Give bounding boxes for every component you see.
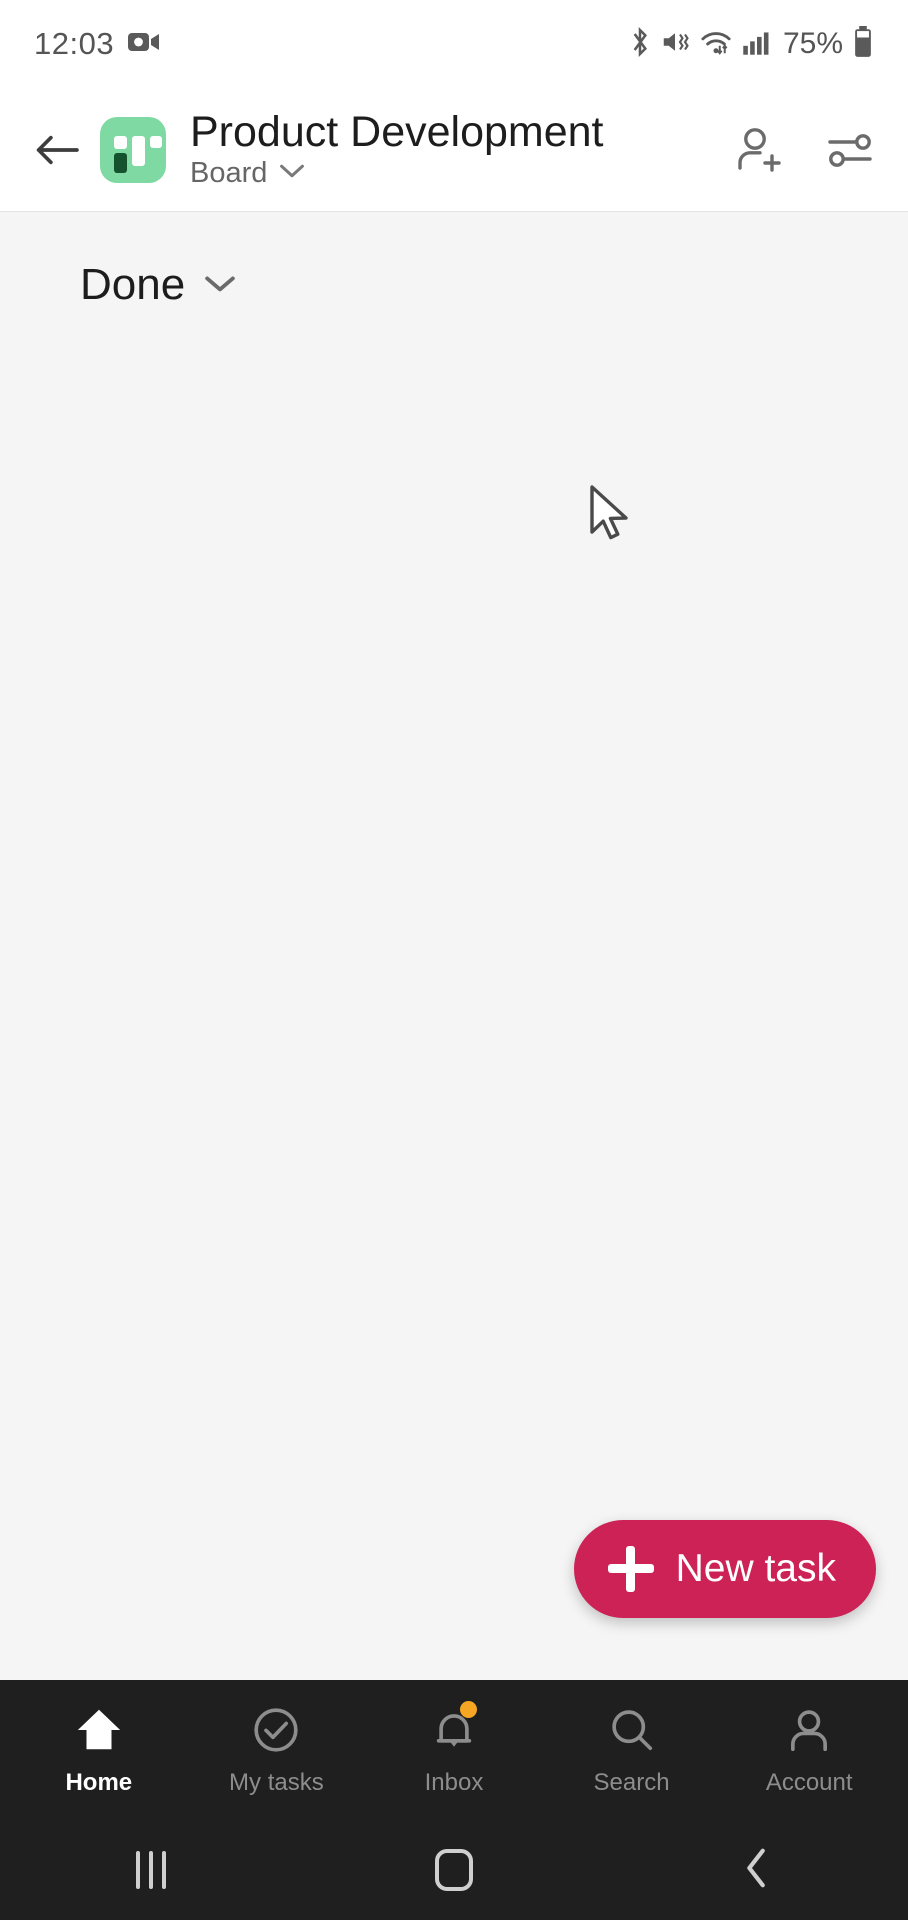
status-bar: 12:03 75% [0,0,908,88]
inbox-badge [459,1701,477,1718]
board-content: Done New task [0,212,908,1680]
system-navigation-bar [0,1820,908,1920]
battery-percent-label: 75% [782,27,843,60]
tab-my-tasks[interactable]: My tasks [201,1703,351,1797]
back-button[interactable] [26,119,88,181]
mouse-cursor [588,484,634,547]
cellular-signal-icon [742,28,770,61]
section-header-done[interactable]: Done [0,212,908,310]
new-task-label: New task [675,1547,836,1590]
mute-vibrate-icon [660,27,690,62]
view-label: Board [190,157,268,190]
battery-icon [852,25,874,63]
app-icon-bar-3 [150,135,162,148]
page-title: Product Development [190,107,604,156]
phone-screen: 12:03 75% Product Development Board Done… [0,0,908,1920]
recents-icon [136,1851,167,1889]
header-titles: Product Development Board [190,107,722,190]
add-member-button[interactable] [732,122,788,178]
app-header: Product Development Board [0,88,908,212]
board-app-icon [100,116,166,183]
status-bar-left: 12:03 [34,26,160,62]
person-icon [784,1703,834,1757]
tab-account-label: Account [765,1769,853,1796]
tab-inbox[interactable]: Inbox [379,1701,529,1797]
wifi-icon [699,27,733,62]
chevron-down-icon[interactable] [203,272,237,299]
bottom-tab-bar: Home My tasks Inbox Search Account [0,1680,908,1820]
new-task-button[interactable]: New task [573,1520,876,1618]
header-actions [732,122,878,178]
tab-account[interactable]: Account [734,1703,884,1797]
status-bar-right: 75% [629,25,874,63]
home-square-icon [434,1849,473,1891]
tab-search-label: Search [593,1769,670,1796]
chevron-left-icon [741,1845,773,1896]
home-icon [74,1703,124,1757]
tab-my-tasks-label: My tasks [229,1769,324,1796]
status-bar-clock: 12:03 [34,26,115,61]
filter-button[interactable] [822,122,878,178]
tab-inbox-label: Inbox [424,1769,484,1796]
app-icon-bar-2 [132,135,145,166]
check-circle-icon [251,1703,301,1757]
tab-home-label: Home [65,1769,133,1796]
view-selector[interactable]: Board [190,157,722,190]
section-title: Done [80,260,186,309]
home-button[interactable] [394,1834,514,1906]
back-button-system[interactable] [697,1834,817,1906]
chevron-down-icon [279,163,305,184]
tab-search[interactable]: Search [557,1703,707,1797]
search-icon [607,1703,657,1757]
bell-icon [429,1701,479,1757]
app-icon-bar-1 [114,135,127,149]
app-icon-bar-4 [114,152,127,173]
screen-record-icon [128,30,160,59]
bluetooth-icon [629,26,651,63]
tab-home[interactable]: Home [24,1703,174,1797]
recents-button[interactable] [91,1834,211,1906]
plus-icon [607,1546,654,1592]
